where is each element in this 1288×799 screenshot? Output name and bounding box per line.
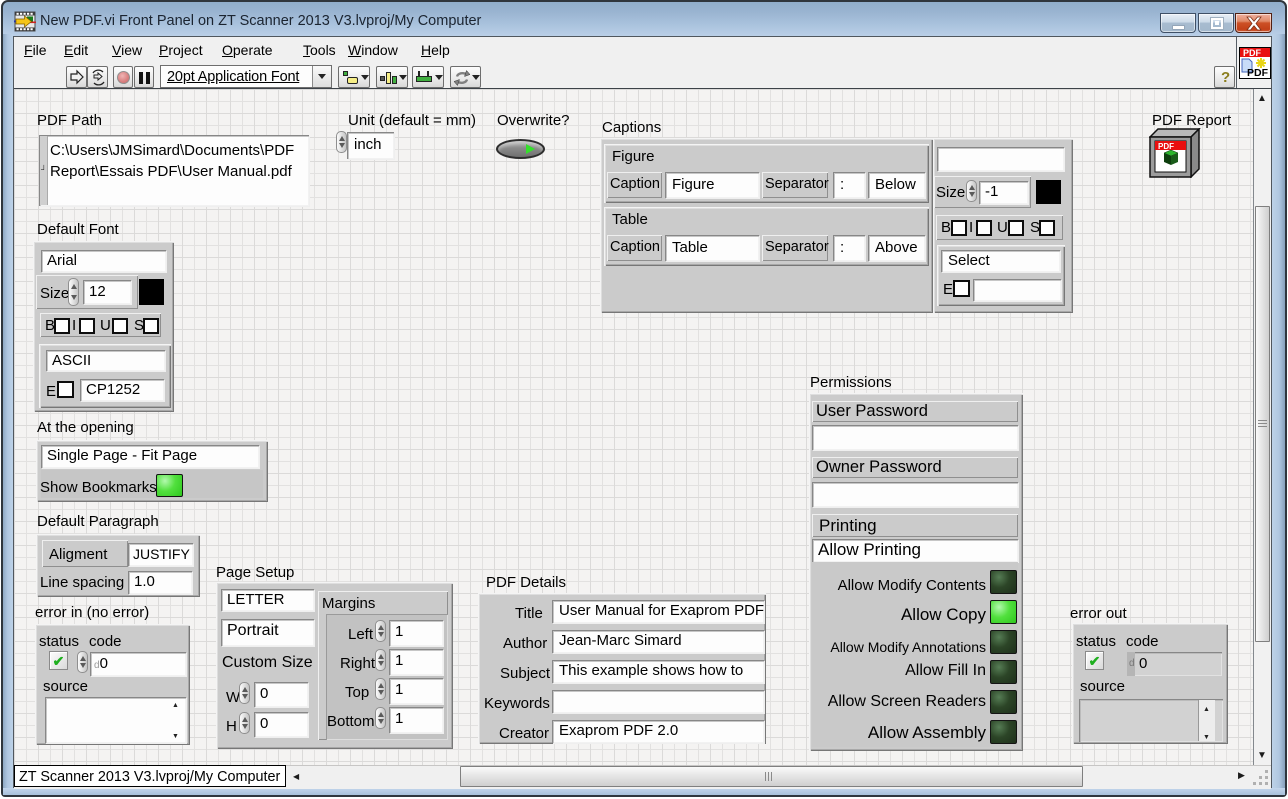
svg-text:PDF: PDF <box>1158 142 1174 151</box>
svg-text:PDF: PDF <box>1247 67 1269 79</box>
svg-text:PDF: PDF <box>1243 48 1262 58</box>
